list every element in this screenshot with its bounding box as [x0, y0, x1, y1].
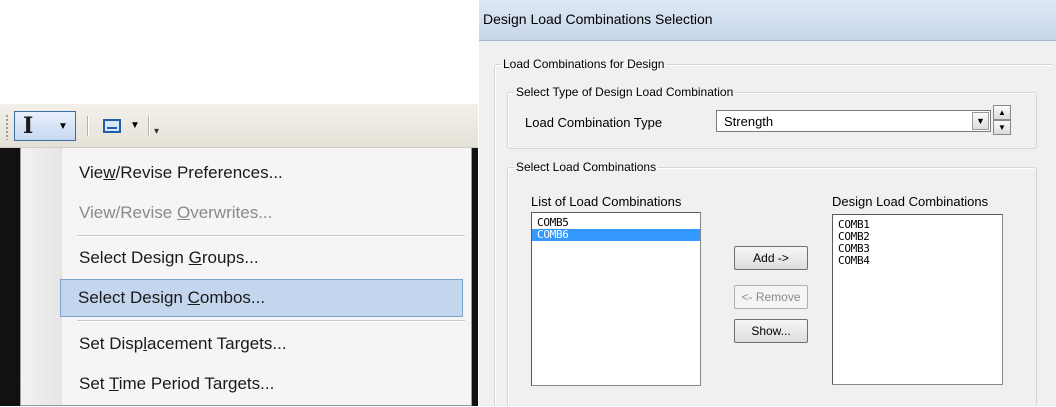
design-combinations-list[interactable]: COMB1 COMB2 COMB3 COMB4	[832, 214, 1003, 385]
background-window	[0, 148, 20, 406]
background-window	[472, 148, 478, 406]
remove-button: <- Remove	[734, 285, 808, 309]
menu-item-select-design-combos[interactable]: Select Design Combos...	[60, 279, 463, 317]
chevron-down-icon[interactable]: ▼	[130, 121, 140, 131]
overflow-icon[interactable]: ▾	[154, 126, 159, 137]
text-tool-button[interactable]: I ▼	[14, 111, 76, 141]
load-combination-type-value: Strength	[724, 114, 774, 129]
menu-item-select-design-groups[interactable]: Select Design Groups...	[62, 239, 466, 277]
load-combination-type-label: Load Combination Type	[525, 115, 663, 130]
toolbar-separator	[148, 116, 150, 136]
menu-item-view-revise-preferences[interactable]: View/Revise Preferences...	[62, 154, 466, 192]
toolbar: I ▼ ▼ ▾	[0, 104, 478, 148]
spin-down-icon[interactable]: ▼	[993, 120, 1011, 135]
show-button[interactable]: Show...	[734, 319, 808, 343]
load-combination-type-select[interactable]: Strength ▼	[716, 110, 991, 132]
list-item[interactable]: COMB4	[833, 255, 1002, 267]
dialog-titlebar[interactable]: Design Load Combinations Selection	[479, 0, 1056, 41]
add-button[interactable]: Add ->	[734, 246, 808, 270]
spin-up-icon[interactable]: ▲	[993, 105, 1011, 120]
menu-separator	[77, 320, 465, 322]
list-item[interactable]: COMB6	[532, 229, 700, 241]
group-label: Load Combinations for Design	[503, 57, 665, 71]
group-label: Select Type of Design Load Combination	[516, 85, 734, 99]
available-combinations-list[interactable]: COMB5 COMB6	[531, 212, 701, 386]
menu-icon-gutter	[21, 148, 62, 405]
group-label: Select Load Combinations	[516, 160, 657, 174]
display-button[interactable]: ▼	[96, 111, 148, 141]
menu-separator	[77, 235, 465, 237]
monitor-icon	[103, 119, 121, 133]
list-of-load-combinations-label: List of Load Combinations	[531, 194, 682, 209]
menu-item-set-time-period-targets[interactable]: Set Time Period Targets...	[62, 365, 466, 403]
dialog-title: Design Load Combinations Selection	[483, 11, 713, 27]
design-menu: View/Revise Preferences... View/Revise O…	[20, 148, 472, 406]
menu-item-set-displacement-targets[interactable]: Set Displacement Targets...	[62, 325, 466, 363]
toolbar-grip[interactable]	[5, 114, 9, 140]
design-load-combinations-label: Design Load Combinations	[832, 194, 989, 209]
chevron-down-icon[interactable]: ▼	[972, 112, 989, 130]
toolbar-separator	[87, 116, 89, 136]
chevron-down-icon[interactable]: ▼	[58, 122, 68, 132]
menu-item-view-revise-overwrites: View/Revise Overwrites...	[79, 203, 273, 222]
text-cursor-icon: I	[23, 113, 34, 139]
type-spinner[interactable]: ▲ ▼	[993, 105, 1011, 135]
